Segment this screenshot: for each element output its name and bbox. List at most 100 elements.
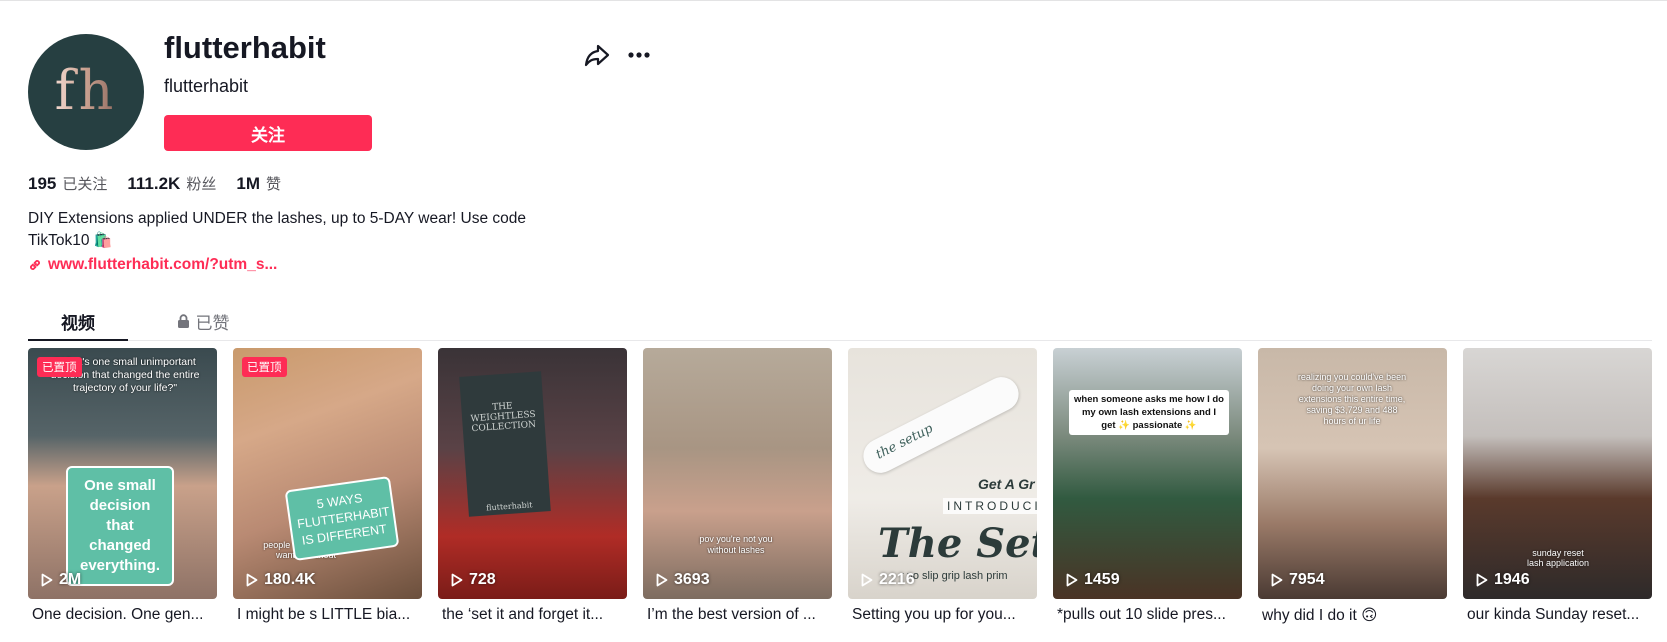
stat-following-value: 195: [28, 174, 57, 193]
share-button[interactable]: [582, 40, 612, 70]
stat-likes-label: 赞: [265, 175, 281, 193]
bio-line-2: TikTok10 🛍️: [28, 230, 568, 252]
profile-link-text: www.flutterhabit.com/?utm_s...: [48, 256, 278, 273]
video-caption[interactable]: *pulls out 10 slide pres...: [1053, 606, 1242, 624]
video-card[interactable]: 已置顶 people ... lash ... they wanted with…: [233, 348, 422, 625]
play-count: 3693: [656, 571, 710, 589]
profile-handle: flutterhabit: [164, 76, 249, 96]
overlay-intro: INTRODUCIN: [943, 498, 1037, 514]
stat-followers-label: 粉丝: [186, 175, 217, 193]
follow-button[interactable]: 关注: [164, 115, 372, 151]
play-count-value: 728: [469, 571, 496, 588]
video-sticker: One small decision that changed everythi…: [66, 466, 174, 586]
link-icon: [30, 260, 40, 270]
video-caption[interactable]: I might be s LITTLE bia...: [233, 606, 422, 624]
play-count-value: 7954: [1289, 571, 1325, 588]
play-count-value: 3693: [674, 571, 710, 588]
more-icon: [628, 52, 650, 58]
play-count-value: 2216: [879, 571, 915, 588]
product-box-title: THE WEIGHTLESS COLLECTION: [470, 401, 537, 435]
tab-liked-label: 已赞: [195, 313, 230, 334]
stat-likes: 1M 赞: [236, 173, 281, 194]
video-thumbnail[interactable]: when someone asks me how I do my own las…: [1053, 348, 1242, 599]
video-card[interactable]: realizing you could've been doing your o…: [1258, 348, 1447, 625]
play-icon: [246, 573, 258, 587]
stat-followers-value: 111.2K: [127, 174, 181, 193]
avatar[interactable]: fh: [28, 34, 144, 150]
stat-followers[interactable]: 111.2K 粉丝: [127, 173, 216, 194]
profile-stats: 195 已关注 111.2K 粉丝 1M 赞: [28, 173, 281, 194]
profile-link[interactable]: www.flutterhabit.com/?utm_s...: [28, 256, 277, 274]
play-icon: [1066, 573, 1078, 587]
stat-following[interactable]: 195 已关注: [28, 173, 107, 194]
overlay-title: The Setup: [878, 520, 1037, 567]
overlay-subtitle: r no slip grip lash prim: [900, 570, 1008, 582]
play-count-value: 1946: [1494, 571, 1530, 588]
product-box: THE WEIGHTLESS COLLECTION flutterhabit: [459, 371, 551, 517]
play-icon: [1476, 573, 1488, 587]
pen-label: the setup: [873, 421, 936, 463]
tab-active-indicator: [28, 339, 128, 341]
profile-bio: DIY Extensions applied UNDER the lashes,…: [28, 208, 568, 252]
video-caption[interactable]: I’m the best version of ...: [643, 606, 832, 624]
video-overlay-text: when someone asks me how I do my own las…: [1069, 390, 1229, 435]
play-count: 2216: [861, 571, 915, 589]
play-icon: [656, 573, 668, 587]
video-thumbnail[interactable]: sunday reset lash application 1946: [1463, 348, 1652, 599]
video-overlay-text: realizing you could've been doing your o…: [1297, 372, 1407, 426]
more-button[interactable]: [624, 40, 654, 70]
profile-name: flutterhabit: [164, 30, 326, 65]
video-caption[interactable]: why did I do it 🙃: [1258, 606, 1447, 625]
video-overlay-text: pov you're not you without lashes: [699, 534, 773, 555]
video-card[interactable]: pov you're not you without lashes 3693 I…: [643, 348, 832, 625]
video-overlay-text: sunday reset lash application: [1526, 548, 1590, 568]
bio-line-1: DIY Extensions applied UNDER the lashes,…: [28, 210, 526, 227]
avatar-logo: fh: [54, 58, 118, 122]
play-count: 2M: [41, 571, 81, 589]
play-count: 1459: [1066, 571, 1120, 589]
video-thumbnail[interactable]: realizing you could've been doing your o…: [1258, 348, 1447, 599]
video-thumbnail[interactable]: THE WEIGHTLESS COLLECTION flutterhabit 7…: [438, 348, 627, 599]
video-sticker: 5 WAYS FLUTTERHABIT IS DIFFERENT: [284, 475, 400, 562]
video-thumbnail[interactable]: 已置顶 people ... lash ... they wanted with…: [233, 348, 422, 599]
play-count-value: 2M: [59, 571, 82, 588]
play-icon: [861, 573, 873, 587]
video-card[interactable]: sunday reset lash application 1946 our k…: [1463, 348, 1652, 625]
pinned-badge: 已置顶: [37, 357, 82, 377]
video-caption[interactable]: the ‘set it and forget it...: [438, 606, 627, 624]
profile-tabs: 视频 已赞: [28, 302, 1652, 341]
stat-following-label: 已关注: [62, 175, 108, 193]
play-icon: [1271, 573, 1283, 587]
video-caption[interactable]: Setting you up for you...: [848, 606, 1037, 624]
play-icon: [41, 573, 53, 587]
shopping-bag-emoji: 🛍️: [93, 232, 113, 249]
video-grid: 已置顶 "What's one small unimportant decisi…: [28, 348, 1652, 625]
play-count-value: 1459: [1084, 571, 1120, 588]
product-box-brand: flutterhabit: [485, 500, 533, 513]
lock-icon: [177, 313, 189, 328]
primer-pen: the setup: [857, 371, 1025, 479]
video-thumbnail[interactable]: 已置顶 "What's one small unimportant decisi…: [28, 348, 217, 599]
tab-videos[interactable]: 视频: [28, 302, 128, 341]
video-caption[interactable]: One decision. One gen...: [28, 606, 217, 624]
video-card[interactable]: 已置顶 "What's one small unimportant decisi…: [28, 348, 217, 625]
play-count: 1946: [1476, 571, 1530, 589]
video-card[interactable]: the setup Get A Gr INTRODUCIN The Setup …: [848, 348, 1037, 625]
video-thumbnail[interactable]: pov you're not you without lashes 3693: [643, 348, 832, 599]
video-thumbnail[interactable]: the setup Get A Gr INTRODUCIN The Setup …: [848, 348, 1037, 599]
overlay-get: Get A Gr: [978, 476, 1035, 492]
tab-liked[interactable]: 已赞: [158, 302, 248, 340]
video-card[interactable]: when someone asks me how I do my own las…: [1053, 348, 1242, 625]
tab-videos-label: 视频: [61, 313, 95, 334]
share-icon: [584, 44, 610, 67]
play-count: 728: [451, 571, 496, 589]
bio-code: TikTok10: [28, 232, 90, 249]
pinned-badge: 已置顶: [242, 357, 287, 377]
play-count: 7954: [1271, 571, 1325, 589]
top-divider: [0, 0, 1667, 1]
stat-likes-value: 1M: [236, 174, 260, 193]
play-count: 180.4K: [246, 571, 316, 589]
video-caption[interactable]: our kinda Sunday reset...: [1463, 606, 1652, 624]
video-card[interactable]: THE WEIGHTLESS COLLECTION flutterhabit 7…: [438, 348, 627, 625]
play-icon: [451, 573, 463, 587]
